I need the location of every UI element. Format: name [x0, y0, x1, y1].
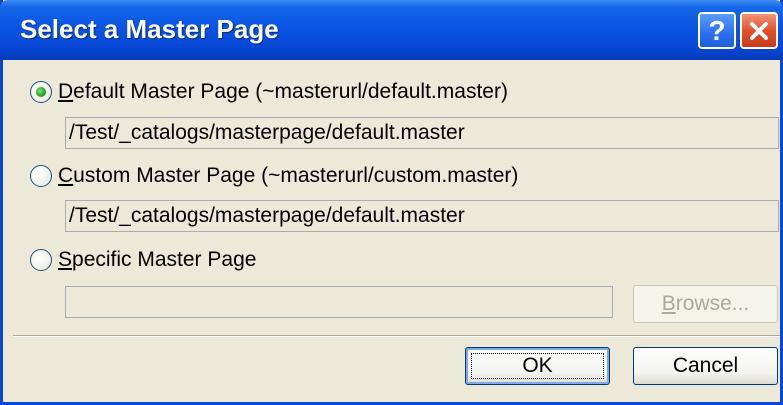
radio-button-specific[interactable] — [30, 249, 52, 271]
radio-selected-dot — [36, 87, 46, 97]
default-master-url-field: /Test/_catalogs/masterpage/default.maste… — [65, 117, 779, 149]
label-specific-master-page: Specific Master Page — [58, 248, 257, 271]
radio-button-custom[interactable] — [30, 165, 52, 187]
radio-default-master-page[interactable]: Default Master Page (~masterurl/default.… — [30, 77, 508, 107]
focus-rectangle — [471, 353, 604, 379]
title-bar[interactable]: Select a Master Page ? — [0, 0, 783, 60]
radio-custom-master-page[interactable]: Custom Master Page (~masterurl/custom.ma… — [30, 161, 518, 191]
cancel-button-label: Cancel — [672, 354, 739, 377]
dialog-body: Default Master Page (~masterurl/default.… — [3, 60, 780, 402]
ok-button[interactable]: OK — [465, 347, 610, 385]
label-default-master-page: Default Master Page (~masterurl/default.… — [58, 80, 508, 103]
help-button[interactable]: ? — [698, 12, 736, 49]
custom-master-url-field: /Test/_catalogs/masterpage/default.maste… — [65, 200, 779, 232]
browse-button[interactable]: Browse... — [633, 285, 778, 323]
specific-master-page-input[interactable] — [65, 286, 613, 318]
cancel-button[interactable]: Cancel — [633, 347, 778, 385]
radio-specific-master-page[interactable]: Specific Master Page — [30, 245, 256, 275]
radio-button-default[interactable] — [30, 81, 52, 103]
separator — [13, 335, 780, 337]
label-custom-master-page: Custom Master Page (~masterurl/custom.ma… — [58, 164, 519, 187]
close-button[interactable] — [740, 12, 778, 49]
dialog-title: Select a Master Page — [20, 14, 279, 44]
select-master-page-dialog: Select a Master Page ? Default Master Pa… — [0, 0, 783, 405]
help-icon: ? — [708, 14, 726, 46]
close-icon — [750, 21, 768, 40]
